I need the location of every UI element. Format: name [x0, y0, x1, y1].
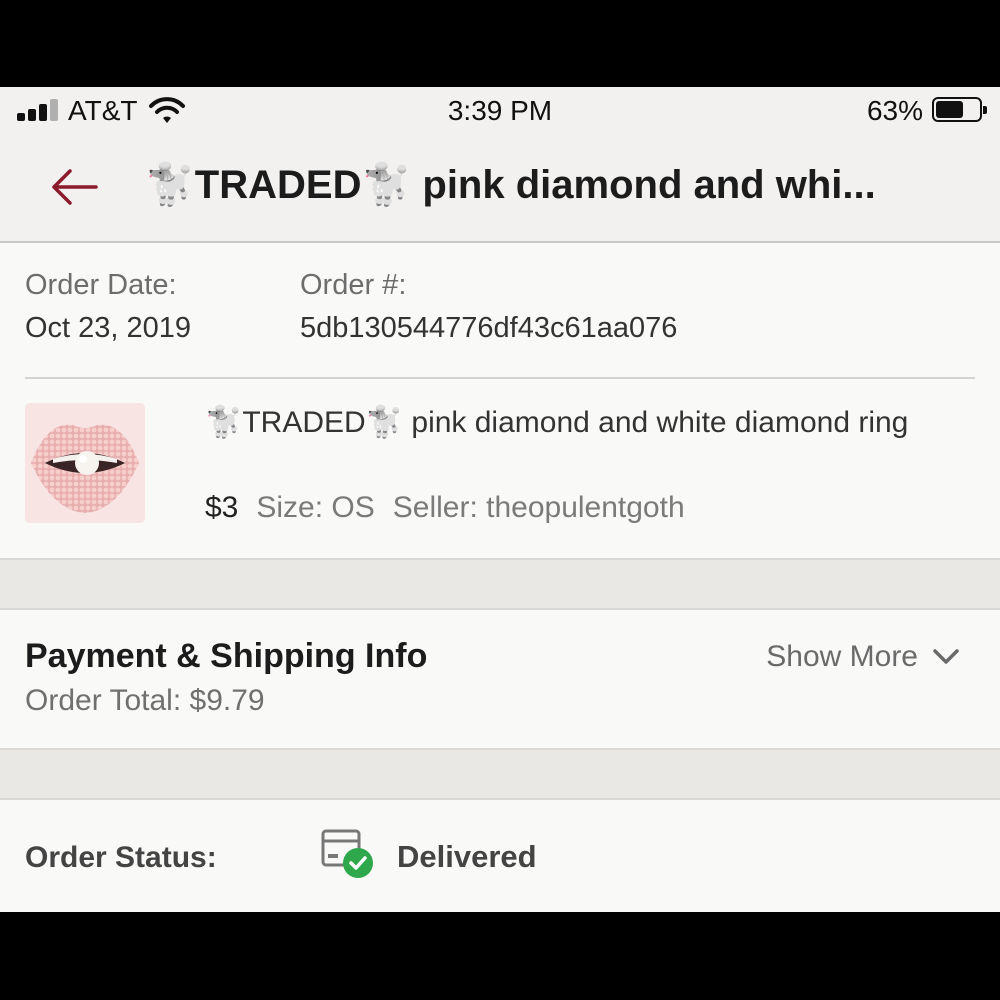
- item-meta: $3 Size: OS Seller: theopulentgoth: [205, 491, 685, 525]
- item-thumbnail[interactable]: [25, 403, 145, 523]
- order-date-value: Oct 23, 2019: [25, 312, 192, 344]
- item-seller[interactable]: Seller: theopulentgoth: [393, 491, 685, 524]
- chevron-down-icon: [933, 649, 959, 664]
- clock: 3:39 PM: [447, 95, 553, 126]
- order-number-value: 5db130544776df43c61aa076: [300, 312, 678, 344]
- section-separator: [0, 558, 1000, 610]
- show-more-button[interactable]: Show More: [766, 640, 960, 674]
- item-title[interactable]: 🐩TRADED🐩 pink diamond and white diamond …: [205, 401, 965, 445]
- divider: [25, 377, 975, 379]
- item-price: $3: [205, 491, 239, 524]
- show-more-label: Show More: [766, 640, 918, 673]
- back-arrow-icon[interactable]: [48, 159, 104, 215]
- section-separator: [0, 748, 1000, 800]
- order-total: Order Total: $9.79: [25, 684, 265, 717]
- item-size: Size: OS: [256, 491, 375, 524]
- status-bar: AT&T 3:39 PM 63%: [0, 87, 1000, 137]
- lips-image: [25, 403, 145, 523]
- payment-section-title: Payment & Shipping Info: [25, 637, 428, 675]
- order-status-value: Delivered: [397, 839, 537, 874]
- delivered-box-icon: [321, 829, 373, 878]
- battery-icon: [932, 97, 987, 122]
- order-number-label: Order #:: [300, 269, 407, 301]
- app-screen: AT&T 3:39 PM 63% 🐩TRADED🐩 pink diamond a…: [0, 87, 1000, 912]
- battery-percent: 63%: [866, 95, 923, 126]
- order-status-label: Order Status:: [25, 841, 217, 874]
- nav-header: 🐩TRADED🐩 pink diamond and whi...: [0, 137, 1000, 243]
- page-title: 🐩TRADED🐩 pink diamond and whi...: [145, 163, 876, 207]
- order-date-label: Order Date:: [25, 269, 177, 301]
